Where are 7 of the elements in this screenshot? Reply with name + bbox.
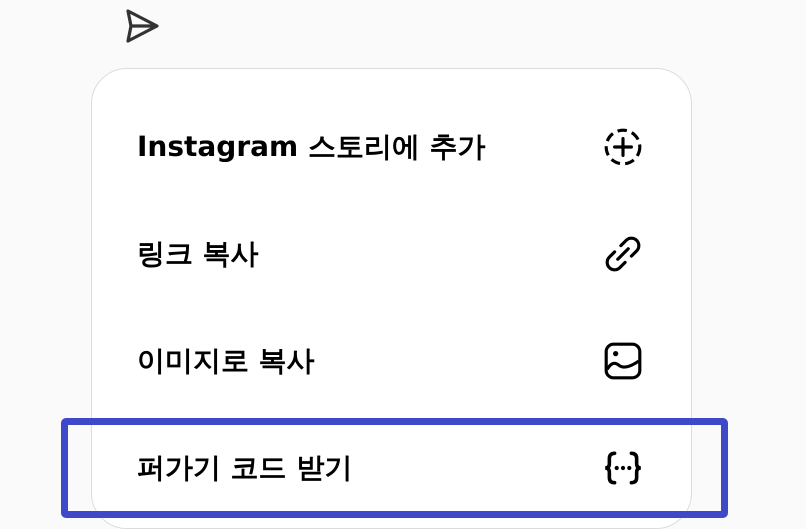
add-circle-icon xyxy=(602,126,644,168)
send-icon[interactable] xyxy=(124,8,160,44)
menu-item[interactable]: 퍼가기 코드 받기 xyxy=(137,448,352,486)
image-icon xyxy=(602,340,644,382)
menu-item[interactable]: Instagram 스토리에 추가 xyxy=(137,128,486,166)
menu-item[interactable]: 이미지로 복사 xyxy=(137,342,315,380)
menu-item[interactable]: 링크 복사 xyxy=(137,234,259,272)
